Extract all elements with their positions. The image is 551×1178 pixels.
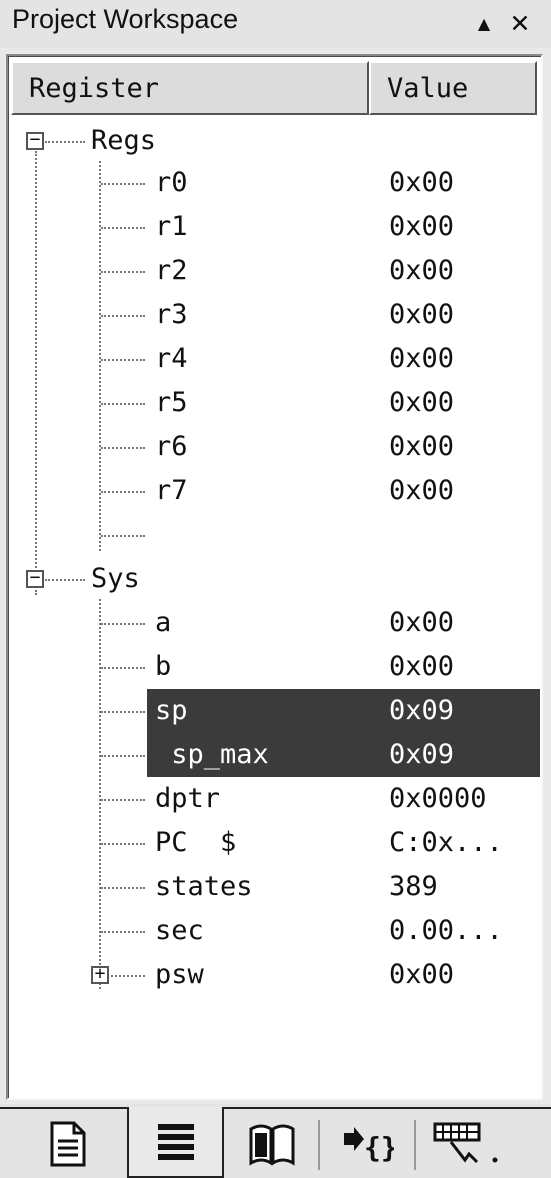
panel-frame: Register Value − Regs r0 0x00 r1 0x00 r2…: [8, 56, 541, 1098]
register-value: 0x00: [389, 387, 455, 418]
register-row-b[interactable]: b 0x00: [9, 645, 540, 689]
tree-line: [101, 755, 145, 757]
register-row-r1[interactable]: r1 0x00: [9, 205, 540, 249]
register-row-sec[interactable]: sec 0.00...: [9, 909, 540, 953]
register-column-label: Register: [29, 72, 160, 104]
register-tree: − Regs r0 0x00 r1 0x00 r2 0x00 r3 0x00 r…: [9, 117, 540, 1097]
tab-files[interactable]: [12, 1109, 124, 1178]
register-name: b: [155, 651, 172, 682]
register-value: 0x00: [389, 211, 455, 242]
register-value: 389: [389, 871, 438, 902]
register-value: 0x09: [389, 739, 455, 770]
books-icon: [249, 1124, 295, 1166]
templates-icon: [433, 1122, 498, 1163]
tree-group-sys[interactable]: − Sys: [9, 557, 540, 601]
register-row-r6[interactable]: r6 0x00: [9, 425, 540, 469]
register-row-r4[interactable]: r4 0x00: [9, 337, 540, 381]
expand-icon[interactable]: +: [91, 965, 109, 984]
title-bar[interactable]: Project Workspace ▲ ✕: [0, 0, 551, 48]
project-workspace-window: Project Workspace ▲ ✕ Register Value − R…: [0, 0, 551, 1178]
register-value: 0x00: [389, 431, 455, 462]
register-row-states[interactable]: states 389: [9, 865, 540, 909]
tree-group-regs[interactable]: − Regs: [9, 119, 540, 163]
files-icon: [50, 1121, 86, 1166]
close-icon[interactable]: ✕: [506, 6, 534, 40]
register-name: states: [155, 871, 253, 902]
register-value: 0x00: [389, 607, 455, 638]
tab-templates[interactable]: [418, 1109, 518, 1178]
register-row-r0[interactable]: r0 0x00: [9, 161, 540, 205]
svg-text:{}: {}: [364, 1131, 394, 1164]
register-value: 0x09: [389, 695, 455, 726]
value-column-label: Value: [387, 72, 469, 104]
register-row-pc[interactable]: PC $ C:0x...: [9, 821, 540, 865]
registers-icon: [157, 1123, 194, 1160]
register-row-r3[interactable]: r3 0x00: [9, 293, 540, 337]
register-row-sp[interactable]: sp 0x09: [147, 689, 540, 733]
register-value: 0.00...: [389, 915, 503, 946]
register-value: 0x00: [389, 299, 455, 330]
register-name: dptr: [155, 783, 221, 814]
tab-functions[interactable]: {}: [322, 1109, 412, 1178]
register-name: r6: [155, 431, 188, 462]
register-row-a[interactable]: a 0x00: [9, 601, 540, 645]
group-label: Sys: [91, 563, 140, 594]
register-name: r0: [155, 167, 188, 198]
register-name: sec: [155, 915, 204, 946]
register-value: C:0x...: [389, 827, 503, 858]
register-name: PC $: [155, 827, 237, 858]
register-name: r7: [155, 475, 188, 506]
register-name: a: [155, 607, 172, 638]
register-row-r2[interactable]: r2 0x00: [9, 249, 540, 293]
register-row-psw[interactable]: + psw 0x00: [9, 953, 540, 997]
tree-line: [101, 711, 145, 713]
pin-icon[interactable]: ▲: [470, 6, 498, 40]
functions-icon: {}: [344, 1126, 394, 1164]
tab-books[interactable]: [228, 1109, 316, 1178]
register-name: r4: [155, 343, 188, 374]
register-name: r3: [155, 299, 188, 330]
register-name: psw: [155, 959, 204, 990]
register-name: r2: [155, 255, 188, 286]
register-column-header[interactable]: Register: [11, 61, 369, 115]
collapse-icon[interactable]: −: [26, 131, 44, 150]
register-value: 0x0000: [389, 783, 487, 814]
collapse-icon[interactable]: −: [26, 569, 44, 588]
tab-separator: [318, 1120, 320, 1170]
register-value: 0x00: [389, 343, 455, 374]
register-row-sp-max[interactable]: sp_max 0x09: [147, 733, 540, 777]
register-panel: Register Value − Regs r0 0x00 r1 0x00 r2…: [6, 54, 543, 1100]
value-column-header[interactable]: Value: [369, 61, 537, 115]
window-title: Project Workspace: [12, 4, 239, 34]
register-name: sp: [155, 695, 188, 726]
group-label: Regs: [91, 125, 157, 156]
register-name: r1: [155, 211, 188, 242]
register-value: 0x00: [389, 167, 455, 198]
tab-registers[interactable]: [127, 1107, 224, 1178]
register-row-r7[interactable]: r7 0x00: [9, 469, 540, 513]
register-value: 0x00: [389, 475, 455, 506]
register-row-dptr[interactable]: dptr 0x0000: [9, 777, 540, 821]
tab-separator: [414, 1120, 416, 1170]
register-name: sp_max: [155, 739, 269, 770]
register-name: r5: [155, 387, 188, 418]
register-value: 0x00: [389, 255, 455, 286]
register-row-r5[interactable]: r5 0x00: [9, 381, 540, 425]
tree-line: [101, 535, 145, 537]
register-value: 0x00: [389, 651, 455, 682]
register-value: 0x00: [389, 959, 455, 990]
